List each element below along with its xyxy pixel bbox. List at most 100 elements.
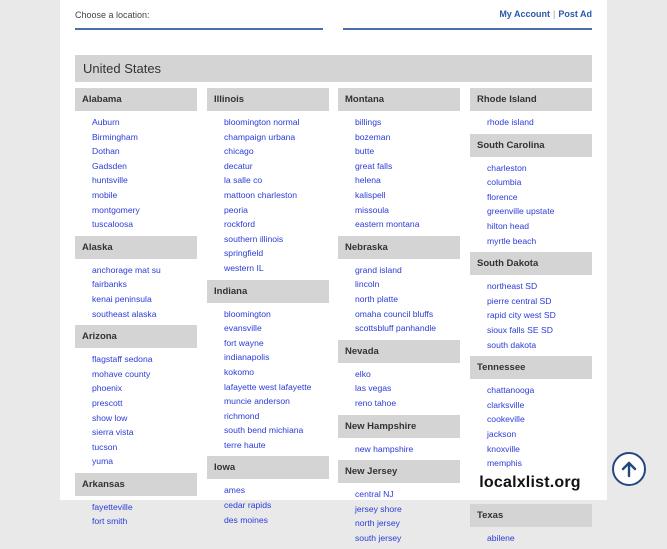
city-link[interactable]: eastern montana [338,217,460,232]
city-link[interactable]: Birmingham [75,130,197,145]
city-link[interactable]: des moines [207,513,329,528]
city-link[interactable]: kenai peninsula [75,292,197,307]
city-link[interactable]: las vegas [338,381,460,396]
city-link[interactable]: pierre central SD [470,294,592,309]
city-link[interactable]: springfield [207,246,329,261]
city-link[interactable]: Auburn [75,115,197,130]
city-link[interactable]: chattanooga [470,383,592,398]
city-link[interactable]: mattoon charleston [207,188,329,203]
state-heading[interactable]: Texas [470,503,592,527]
city-link[interactable]: reno tahoe [338,396,460,411]
city-link[interactable]: fort smith [75,514,197,529]
city-link[interactable]: bloomington normal [207,115,329,130]
city-link[interactable]: rapid city west SD [470,308,592,323]
city-link[interactable]: greenville upstate [470,204,592,219]
city-link[interactable]: indianapolis [207,350,329,365]
city-link[interactable]: cedar rapids [207,498,329,513]
city-link[interactable]: clarksville [470,398,592,413]
city-link[interactable]: decatur [207,159,329,174]
city-link[interactable]: ames [207,483,329,498]
city-link[interactable]: peoria [207,203,329,218]
city-link[interactable]: anchorage mat su [75,263,197,278]
city-link[interactable]: charleston [470,161,592,176]
state-heading[interactable]: Arkansas [75,472,197,496]
city-link[interactable]: southern illinois [207,232,329,247]
city-link[interactable]: memphis [470,456,592,471]
city-link[interactable]: mobile [75,188,197,203]
state-heading[interactable]: Alabama [75,88,197,111]
city-link[interactable]: lincoln [338,277,460,292]
city-link[interactable]: champaign urbana [207,130,329,145]
state-heading[interactable]: Illinois [207,88,329,111]
city-link[interactable]: new hampshire [338,442,460,457]
city-link[interactable]: western IL [207,261,329,276]
city-link[interactable]: cookeville [470,412,592,427]
city-link[interactable]: billings [338,115,460,130]
city-link[interactable]: jersey shore [338,502,460,517]
state-heading[interactable]: South Carolina [470,133,592,157]
city-link[interactable]: omaha council bluffs [338,307,460,322]
city-link[interactable]: south jersey [338,531,460,546]
city-link[interactable]: bloomington [207,307,329,322]
city-link[interactable]: butte [338,144,460,159]
scroll-to-top-button[interactable] [612,452,646,486]
state-heading[interactable]: New Jersey [338,460,460,484]
city-link[interactable]: florence [470,190,592,205]
city-link[interactable]: prescott [75,396,197,411]
city-link[interactable]: la salle co [207,173,329,188]
city-link[interactable]: great falls [338,159,460,174]
state-heading[interactable]: Rhode Island [470,88,592,111]
city-link[interactable]: show low [75,411,197,426]
city-link[interactable]: flagstaff sedona [75,352,197,367]
city-link[interactable]: rockford [207,217,329,232]
city-link[interactable]: abilene [470,531,592,546]
state-heading[interactable]: New Hampshire [338,414,460,438]
city-link[interactable]: lafayette west lafayette [207,380,329,395]
city-link[interactable]: kalispell [338,188,460,203]
state-heading[interactable]: Nebraska [338,235,460,259]
city-link[interactable]: chicago [207,144,329,159]
city-link[interactable]: missoula [338,203,460,218]
city-link[interactable]: north jersey [338,516,460,531]
city-link[interactable]: grand island [338,263,460,278]
city-link[interactable]: myrtle beach [470,234,592,249]
city-link[interactable]: sioux falls SE SD [470,323,592,338]
my-account-link[interactable]: My Account [499,9,550,19]
city-link[interactable]: Gadsden [75,159,197,174]
city-link[interactable]: kokomo [207,365,329,380]
city-link[interactable]: south dakota [470,338,592,353]
city-link[interactable]: tucson [75,440,197,455]
state-heading[interactable]: Alaska [75,235,197,259]
city-link[interactable]: hilton head [470,219,592,234]
state-heading[interactable]: Iowa [207,456,329,480]
city-link[interactable]: north platte [338,292,460,307]
state-heading[interactable]: South Dakota [470,252,592,276]
city-link[interactable]: sierra vista [75,425,197,440]
state-heading[interactable]: Indiana [207,279,329,303]
state-heading[interactable]: Nevada [338,339,460,363]
city-link[interactable]: jackson [470,427,592,442]
city-link[interactable]: fayetteville [75,500,197,515]
city-link[interactable]: montgomery [75,203,197,218]
state-heading[interactable]: Arizona [75,325,197,349]
city-link[interactable]: mohave county [75,367,197,382]
city-link[interactable]: helena [338,173,460,188]
post-ad-link[interactable]: Post Ad [558,9,592,19]
city-link[interactable]: yuma [75,454,197,469]
city-link[interactable]: south bend michiana [207,423,329,438]
state-heading[interactable]: Tennessee [470,356,592,380]
city-link[interactable]: bozeman [338,130,460,145]
city-link[interactable]: northeast SD [470,279,592,294]
city-link[interactable]: phoenix [75,381,197,396]
city-link[interactable]: richmond [207,409,329,424]
city-link[interactable]: southeast alaska [75,307,197,322]
city-link[interactable]: columbia [470,175,592,190]
city-link[interactable]: rhode island [470,115,592,130]
city-link[interactable]: evansville [207,321,329,336]
city-link[interactable]: central NJ [338,487,460,502]
city-link[interactable]: tuscaloosa [75,217,197,232]
city-link[interactable]: huntsville [75,173,197,188]
city-link[interactable]: scottsbluff panhandle [338,321,460,336]
city-link[interactable]: fairbanks [75,277,197,292]
location-chooser[interactable]: Choose a location: [75,0,323,30]
